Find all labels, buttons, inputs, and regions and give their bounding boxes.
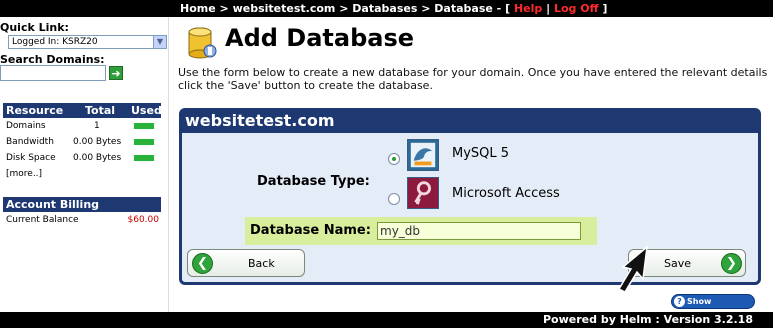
page-title: Add Database: [225, 24, 415, 52]
table-row: Bandwidth 0.00 Bytes: [3, 134, 161, 150]
resource-name: Disk Space: [6, 153, 56, 163]
database-name-label: Database Name:: [250, 223, 371, 238]
quick-link-value: Logged In: KSRZ20: [12, 37, 98, 47]
help-link[interactable]: Help: [514, 2, 542, 15]
mysql-dolphin-icon: [407, 139, 439, 171]
resource-total: 0.00 Bytes: [73, 137, 122, 147]
col-total: Total: [85, 104, 116, 117]
log-off-link[interactable]: Log Off: [554, 2, 599, 15]
usage-bar: [134, 155, 154, 161]
resource-name: Bandwidth: [6, 137, 54, 147]
database-name-input[interactable]: my_db: [377, 222, 581, 240]
breadcrumb: Home > websitetest.com > Databases > Dat…: [180, 2, 608, 15]
breadcrumb-databases[interactable]: Databases: [352, 2, 417, 15]
table-row: Domains 1: [3, 118, 161, 134]
arrow-right-icon: ➜: [111, 67, 121, 80]
col-resource: Resource: [6, 104, 64, 117]
resource-name: Domains: [6, 121, 46, 131]
back-button[interactable]: ❮ Back: [187, 249, 305, 277]
usage-bar: [134, 139, 154, 145]
table-row: Disk Space 0.00 Bytes: [3, 150, 161, 166]
database-icon: [188, 27, 217, 59]
balance-amount: $60.00: [127, 215, 160, 225]
main-content: Add Database Use the form below to creat…: [170, 17, 773, 319]
resource-total: 0.00 Bytes: [73, 153, 122, 163]
usage-bar: [134, 123, 154, 129]
page-description: Use the form below to create a new datab…: [178, 66, 768, 92]
billing-row: Current Balance $60.00: [3, 212, 161, 228]
search-go-button[interactable]: ➜: [109, 66, 123, 80]
billing-header: Account Billing: [3, 197, 161, 212]
breadcrumb-home[interactable]: Home: [180, 2, 216, 15]
arrow-left-icon: ❮: [192, 253, 213, 274]
database-name-row: Database Name: my_db: [245, 217, 597, 245]
footer: Powered by Helm : Version 3.2.18: [0, 312, 773, 328]
footer-text: Powered by Helm : Version 3.2.18: [543, 313, 753, 326]
option-access-label: Microsoft Access: [452, 186, 560, 201]
add-database-panel: websitetest.com Database Type: MySQL 5 M…: [179, 108, 761, 285]
mouse-cursor-icon: [617, 245, 648, 293]
balance-label: Current Balance: [6, 215, 79, 225]
quick-link-label: Quick Link:: [0, 21, 69, 34]
table-row: [more..]: [3, 166, 161, 182]
access-key-icon: [407, 177, 439, 209]
resource-total: 1: [94, 121, 100, 131]
option-mysql-label: MySQL 5: [452, 146, 510, 161]
col-used: Used: [131, 104, 162, 117]
radio-mysql[interactable]: [388, 153, 400, 165]
quick-link-select[interactable]: Logged In: KSRZ20 ▼: [8, 35, 167, 49]
chevron-down-icon[interactable]: ▼: [153, 36, 166, 48]
database-type-label: Database Type:: [257, 174, 370, 189]
search-domains-input[interactable]: [0, 65, 106, 81]
resource-table: Resource Total Used Domains 1 Bandwidth …: [3, 103, 162, 182]
radio-access[interactable]: [388, 193, 400, 205]
show-quickhelp-button[interactable]: ? Show QuickHelp: [671, 294, 755, 319]
breadcrumb-database: Database: [434, 2, 493, 15]
top-bar: Home > websitetest.com > Databases > Dat…: [0, 0, 773, 17]
arrow-right-icon: ❯: [721, 253, 742, 274]
account-billing: Account Billing Current Balance $60.00: [3, 197, 161, 228]
resource-table-header: Resource Total Used: [3, 103, 162, 118]
sidebar: Quick Link: Logged In: KSRZ20 ▼ Search D…: [0, 17, 169, 312]
breadcrumb-site[interactable]: websitetest.com: [233, 2, 336, 15]
panel-title: websitetest.com: [182, 111, 758, 133]
question-icon: ?: [674, 296, 685, 307]
more-link[interactable]: [more..]: [6, 166, 42, 182]
